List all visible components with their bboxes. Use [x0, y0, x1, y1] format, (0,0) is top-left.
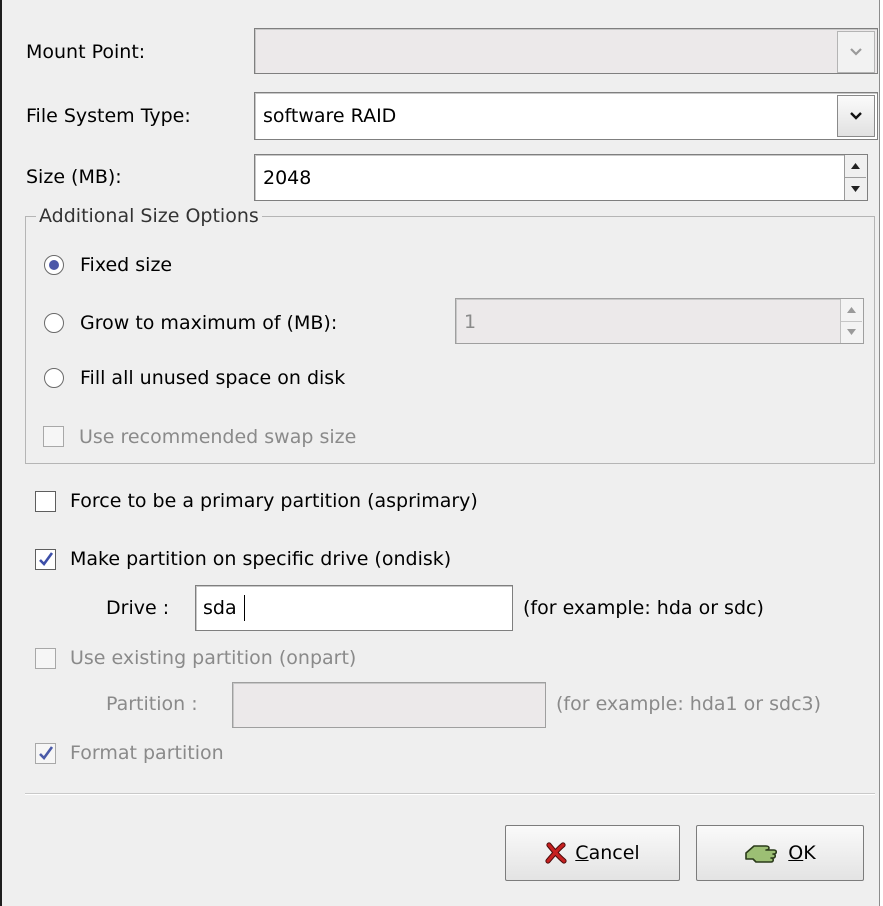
- grow-max-spinbutton[interactable]: 1: [455, 298, 864, 344]
- separator: [25, 793, 875, 795]
- fill-all-radio[interactable]: [44, 368, 64, 388]
- grow-max-value: 1: [464, 311, 477, 333]
- ok-button-label: OK: [788, 842, 816, 864]
- size-value: 2048: [263, 167, 312, 189]
- force-primary-checkbox[interactable]: [35, 491, 56, 512]
- partition-label: Partition :: [106, 693, 198, 715]
- grow-to-max-label: Grow to maximum of (MB):: [80, 312, 338, 334]
- size-options-title: Additional Size Options: [36, 204, 262, 228]
- cancel-button[interactable]: Cancel: [505, 825, 680, 881]
- specific-drive-label: Make partition on specific drive (ondisk…: [70, 548, 452, 570]
- partition-input[interactable]: [232, 682, 546, 728]
- format-partition-label: Format partition: [70, 742, 224, 764]
- mount-point-combo[interactable]: [254, 28, 878, 74]
- size-spin-buttons: [844, 155, 867, 200]
- drive-input[interactable]: sda: [195, 585, 513, 631]
- size-increment-button[interactable]: [845, 155, 866, 178]
- drive-hint: (for example: hda or sdc): [523, 597, 764, 619]
- ok-button[interactable]: OK: [696, 825, 864, 881]
- fill-all-label: Fill all unused space on disk: [80, 367, 346, 389]
- size-spinbutton[interactable]: 2048: [254, 154, 868, 201]
- hand-pointer-icon: [745, 845, 778, 863]
- partition-hint: (for example: hda1 or sdc3): [556, 693, 822, 715]
- grow-max-decrement-button[interactable]: [841, 321, 862, 343]
- chevron-down-icon: [850, 48, 862, 56]
- grow-to-max-radio[interactable]: [44, 313, 64, 333]
- force-primary-label: Force to be a primary partition (asprima…: [70, 490, 478, 512]
- fs-type-combo[interactable]: software RAID: [254, 92, 878, 140]
- size-decrement-button[interactable]: [845, 178, 866, 200]
- fs-type-value: software RAID: [263, 105, 397, 127]
- triangle-up-icon: [851, 163, 860, 169]
- drive-label: Drive :: [106, 597, 170, 619]
- triangle-down-icon: [851, 186, 860, 192]
- size-label: Size (MB):: [26, 166, 122, 188]
- use-existing-checkbox[interactable]: [35, 648, 56, 669]
- fs-type-label: File System Type:: [26, 105, 191, 127]
- fixed-size-label: Fixed size: [80, 254, 173, 276]
- chevron-down-icon: [850, 112, 862, 120]
- grow-max-increment-button[interactable]: [841, 299, 862, 322]
- text-caret: [244, 595, 245, 621]
- format-partition-checkbox[interactable]: [35, 743, 56, 764]
- mount-point-label: Mount Point:: [26, 41, 146, 63]
- fixed-size-radio[interactable]: [44, 255, 64, 275]
- recommended-swap-checkbox[interactable]: [43, 426, 64, 447]
- specific-drive-checkbox[interactable]: [35, 549, 56, 570]
- triangle-down-icon: [847, 329, 856, 335]
- partition-dialog: Mount Point: File System Type: software …: [0, 0, 880, 906]
- recommended-swap-label: Use recommended swap size: [79, 426, 357, 448]
- mount-point-dropdown-button[interactable]: [837, 31, 875, 73]
- grow-max-spin-buttons: [840, 299, 863, 343]
- cancel-button-label: Cancel: [575, 842, 640, 864]
- drive-value: sda: [203, 597, 237, 619]
- use-existing-label: Use existing partition (onpart): [70, 647, 357, 669]
- fs-type-dropdown-button[interactable]: [837, 95, 875, 137]
- check-mark-icon: [39, 552, 54, 566]
- triangle-up-icon: [847, 307, 856, 313]
- red-x-icon: [545, 842, 567, 864]
- check-mark-icon: [39, 746, 54, 760]
